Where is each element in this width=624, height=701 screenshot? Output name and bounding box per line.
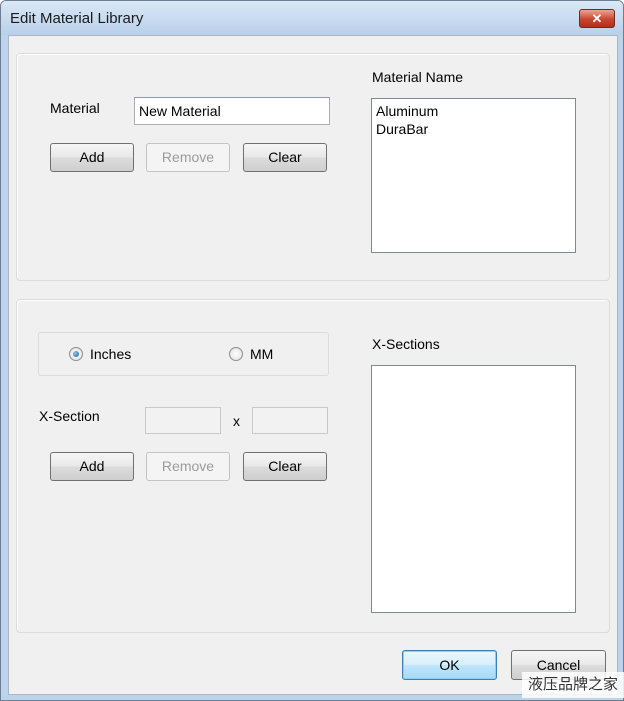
radio-selected-dot [73, 351, 79, 357]
material-name-header: Material Name [372, 69, 464, 85]
xsection-remove-button[interactable]: Remove [146, 452, 230, 481]
xsection-height-input[interactable] [252, 407, 328, 434]
list-item[interactable]: Aluminum [376, 102, 571, 120]
watermark-text: 液压品牌之家 [522, 672, 624, 698]
xsection-clear-button[interactable]: Clear [243, 452, 327, 481]
material-input[interactable] [134, 97, 330, 125]
mm-label[interactable]: MM [250, 346, 273, 362]
xsection-label: X-Section [39, 408, 100, 424]
list-item[interactable]: DuraBar [376, 120, 571, 138]
close-icon: ✕ [591, 11, 603, 26]
xsection-panel: Inches MM X-Section x Add Remove Clear X… [16, 299, 610, 633]
xsections-list[interactable] [371, 365, 576, 613]
material-remove-button[interactable]: Remove [146, 143, 230, 172]
xsections-header: X-Sections [372, 336, 440, 352]
units-group: Inches MM [38, 332, 329, 376]
material-panel: Material Add Remove Clear Material Name … [16, 53, 610, 281]
material-label: Material [50, 100, 100, 116]
material-add-button[interactable]: Add [50, 143, 134, 172]
ok-button[interactable]: OK [402, 650, 497, 680]
xsection-separator: x [233, 413, 240, 429]
material-clear-button[interactable]: Clear [243, 143, 327, 172]
xsection-add-button[interactable]: Add [50, 452, 134, 481]
inches-label[interactable]: Inches [90, 346, 131, 362]
close-button[interactable]: ✕ [579, 9, 615, 28]
inches-radio[interactable] [69, 347, 83, 361]
xsection-width-input[interactable] [145, 407, 221, 434]
window-title: Edit Material Library [10, 10, 144, 27]
dialog-client-area: Material Add Remove Clear Material Name … [8, 35, 618, 695]
title-bar[interactable]: Edit Material Library ✕ [1, 1, 623, 35]
material-name-list[interactable]: Aluminum DuraBar [371, 98, 576, 253]
mm-radio[interactable] [229, 347, 243, 361]
dialog-window: Edit Material Library ✕ Material Add Rem… [0, 0, 624, 701]
